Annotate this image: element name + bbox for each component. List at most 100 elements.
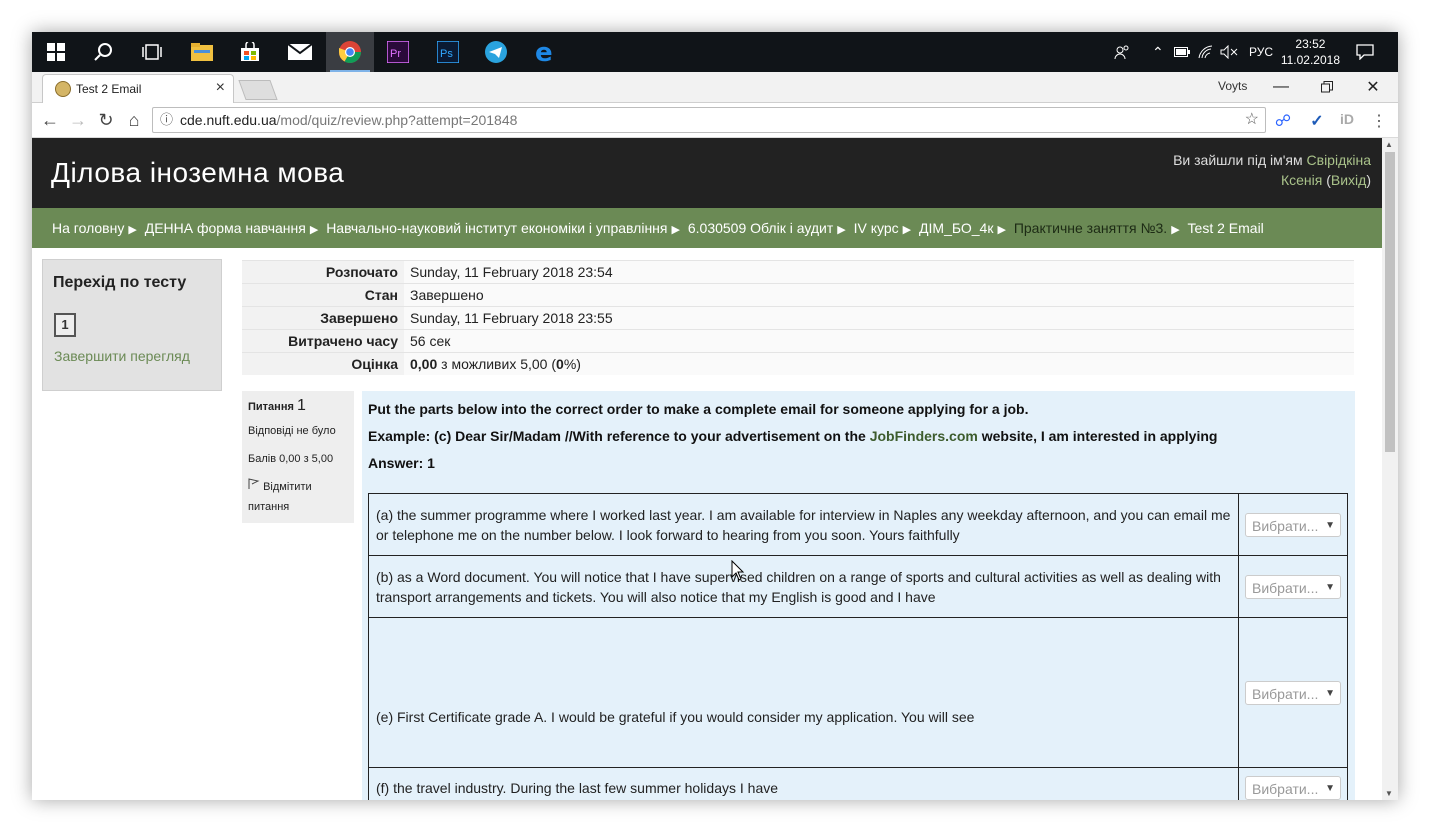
home-icon[interactable]: ⌂ [122, 109, 146, 131]
table-row: (a) the summer programme where I worked … [368, 493, 1348, 556]
v-extension-icon[interactable]: ✓ [1306, 111, 1328, 131]
scroll-down-icon[interactable]: ▼ [1385, 789, 1393, 798]
dropdown-arrow-icon: ▼ [1325, 519, 1335, 531]
mail-icon[interactable] [276, 32, 324, 72]
close-tab-icon[interactable]: × [216, 79, 225, 97]
chevron-up-icon[interactable]: ⌃ [1152, 32, 1164, 72]
breadcrumb-course-year[interactable]: IV курс [854, 220, 899, 236]
grade-percent: 0 [556, 356, 564, 372]
grade-middle: з можливих 5,00 ( [437, 356, 557, 372]
breadcrumb-course[interactable]: ДІМ_БО_4к [919, 220, 993, 236]
question-info: Питання 1 Відповіді не було Балів 0,00 з… [242, 391, 354, 523]
summary-value: Sunday, 11 February 2018 23:55 [404, 306, 1354, 330]
site-info-icon[interactable]: ⓘ [160, 108, 173, 132]
table-row: (b) as a Word document. You will notice … [368, 555, 1348, 618]
order-select[interactable]: Вибрати... ▼ [1245, 680, 1341, 705]
minimize-icon[interactable]: — [1258, 72, 1304, 102]
ordering-table: (a) the summer programme where I worked … [368, 493, 1348, 800]
url-host: cde.nuft.edu.ua [180, 112, 277, 128]
site-title[interactable]: Ділова іноземна мова [51, 157, 344, 189]
order-select[interactable]: Вибрати... ▼ [1245, 775, 1341, 800]
file-explorer-icon[interactable] [178, 32, 226, 72]
option-select-cell: Вибрати... ▼ [1238, 617, 1348, 768]
url-input[interactable]: ⓘ cde.nuft.edu.ua/mod/quiz/review.php?at… [152, 107, 1266, 133]
breadcrumb-institute[interactable]: Навчально-науковий інститут економіки і … [326, 220, 667, 236]
option-text: (e) First Certificate grade A. I would b… [368, 617, 1239, 768]
clock[interactable]: 23:52 11.02.2018 [1281, 36, 1340, 68]
dropdown-arrow-icon: ▼ [1325, 687, 1335, 699]
chrome-icon[interactable] [326, 32, 374, 72]
photoshop-icon[interactable]: Ps [424, 32, 472, 72]
user-first-name-link[interactable]: Свірідкіна [1307, 152, 1371, 168]
breadcrumb-specialty[interactable]: 6.030509 Облік і аудит [688, 220, 833, 236]
question-answer: Answer: 1 [368, 455, 435, 471]
jobfinders-link[interactable]: JobFinders.com [870, 428, 978, 444]
profile-name[interactable]: Voyts [1218, 79, 1247, 93]
summary-value: Sunday, 11 February 2018 23:54 [404, 260, 1354, 284]
url-path: /mod/quiz/review.php?attempt=201848 [276, 112, 518, 128]
question-nav-button[interactable]: 1 [54, 313, 76, 337]
wifi-icon[interactable] [1198, 32, 1214, 72]
option-text: (b) as a Word document. You will notice … [368, 555, 1239, 618]
grade-end: %) [563, 356, 581, 372]
table-row: Стан Завершено [242, 283, 1354, 307]
language-indicator[interactable]: РУС [1249, 32, 1273, 72]
breadcrumb-separator: ▶ [671, 224, 680, 236]
login-info: Ви зайшли під ім'ям Свірідкіна Ксенія (В… [1173, 152, 1371, 188]
option-text: (a) the summer programme where I worked … [368, 493, 1239, 556]
summary-value: Завершено [404, 283, 1354, 307]
edge-icon[interactable]: e [522, 32, 570, 72]
select-placeholder: Вибрати... [1252, 685, 1319, 702]
breadcrumb-separator: ▶ [309, 224, 319, 236]
vpn-extension-icon[interactable]: ☍ [1272, 111, 1294, 131]
table-row: Витрачено часу 56 сек [242, 329, 1354, 353]
forward-icon[interactable]: → [66, 109, 90, 131]
logout-link[interactable]: Вихід [1331, 172, 1366, 188]
reload-icon[interactable]: ↻ [94, 109, 118, 131]
flag-question[interactable]: Відмітити питання [248, 477, 348, 517]
new-tab-button[interactable] [238, 80, 278, 100]
breadcrumb: На головну ▶ ДЕННА форма навчання ▶ Навчал… [32, 208, 1382, 248]
breadcrumb-separator: ▶ [997, 224, 1006, 236]
task-view-icon[interactable] [128, 32, 176, 72]
premiere-icon[interactable]: Pr [374, 32, 422, 72]
breadcrumb-home[interactable]: На головну [52, 220, 124, 236]
battery-icon[interactable] [1174, 32, 1190, 72]
scroll-up-icon[interactable]: ▲ [1385, 140, 1393, 149]
question-marks: Балів 0,00 з 5,00 [248, 453, 334, 465]
select-placeholder: Вибрати... [1252, 579, 1319, 596]
breadcrumb-current[interactable]: Test 2 Email [1188, 220, 1264, 236]
taskbar: Pr Ps e ⌃ РУС 23:52 11.02.2018 [32, 32, 1398, 72]
volume-muted-icon[interactable] [1220, 32, 1238, 72]
page: Ділова іноземна мова Ви зайшли під ім'ям… [32, 138, 1382, 800]
finish-review-link[interactable]: Завершити перегляд [54, 348, 190, 364]
table-row: Завершено Sunday, 11 February 2018 23:55 [242, 306, 1354, 330]
scrollbar-thumb[interactable] [1385, 152, 1395, 452]
bookmark-star-icon[interactable]: ☆ [1245, 108, 1259, 132]
store-icon[interactable] [226, 32, 274, 72]
back-icon[interactable]: ← [38, 109, 62, 131]
windows-start-icon[interactable] [32, 32, 80, 72]
notifications-icon[interactable] [1356, 32, 1374, 72]
user-last-name-link[interactable]: Ксенія [1281, 172, 1322, 188]
search-icon[interactable] [80, 32, 128, 72]
restore-icon[interactable] [1304, 72, 1350, 102]
order-select[interactable]: Вибрати... ▼ [1245, 574, 1341, 599]
flag-icon[interactable] [248, 478, 260, 493]
order-select[interactable]: Вибрати... ▼ [1245, 512, 1341, 537]
screen: Pr Ps e ⌃ РУС 23:52 11.02.2018 Test 2 Em… [32, 32, 1398, 800]
menu-icon[interactable]: ⋮ [1368, 111, 1390, 131]
people-icon[interactable] [1114, 32, 1130, 72]
option-select-cell: Вибрати... ▼ [1238, 493, 1348, 556]
grade-key: Оцінка [242, 352, 404, 375]
breadcrumb-section[interactable]: Практичне заняття №3. [1014, 220, 1167, 236]
page-scrollbar[interactable]: ▲ ▼ [1382, 138, 1398, 800]
dropdown-arrow-icon: ▼ [1325, 581, 1335, 593]
breadcrumb-full-time[interactable]: ДЕННА форма навчання [145, 220, 306, 236]
close-window-icon[interactable]: ✕ [1350, 72, 1396, 102]
telegram-icon[interactable] [472, 32, 520, 72]
id-extension-icon[interactable]: iD [1336, 111, 1358, 127]
question-state: Відповіді не було [248, 425, 336, 437]
clock-time: 23:52 [1295, 37, 1326, 51]
browser-tab[interactable]: Test 2 Email × [42, 74, 234, 103]
